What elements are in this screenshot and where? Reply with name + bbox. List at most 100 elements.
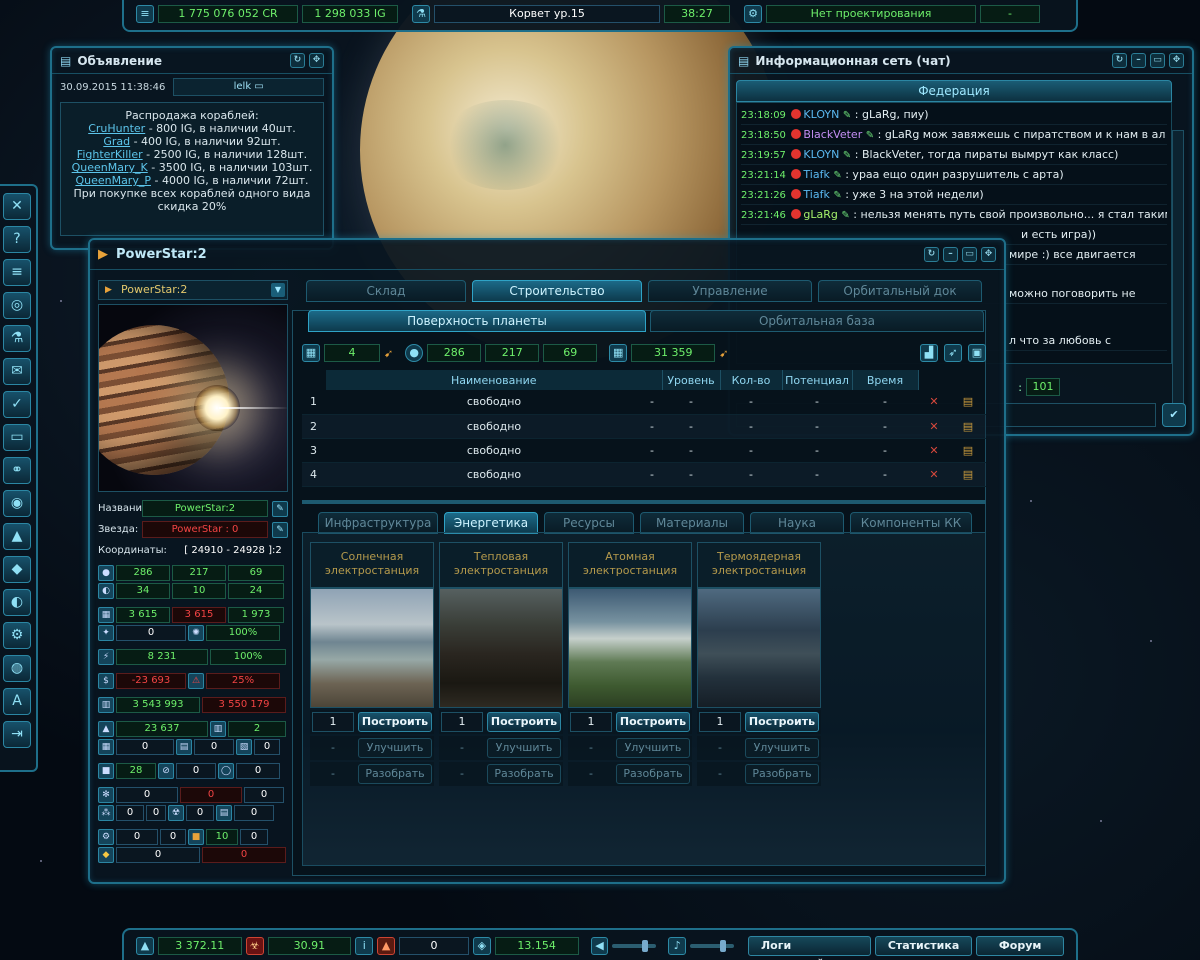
- mail-icon[interactable]: ✉: [3, 358, 31, 385]
- tab-materials[interactable]: Материалы: [640, 512, 744, 534]
- fire-icon[interactable]: ▲: [377, 937, 396, 955]
- tab-planet-surface[interactable]: Поверхность планеты: [308, 310, 646, 332]
- ban-icon: [791, 149, 802, 159]
- fleet-icon[interactable]: ▲: [3, 523, 31, 550]
- exit-icon[interactable]: ⇥: [3, 721, 31, 748]
- copy-icon[interactable]: ▤: [949, 462, 986, 487]
- send-check-icon[interactable]: ✔: [1162, 403, 1186, 427]
- quantity-input[interactable]: 1: [699, 712, 741, 732]
- tab-energy[interactable]: Энергетика: [444, 512, 538, 534]
- tab-storage[interactable]: Склад: [306, 280, 466, 302]
- tab-resources[interactable]: Ресурсы: [544, 512, 634, 534]
- planets-icon[interactable]: ◐: [3, 589, 31, 616]
- ship-link[interactable]: Grad: [103, 135, 130, 148]
- minimize-icon[interactable]: –: [943, 247, 958, 262]
- music-slider[interactable]: [690, 940, 734, 952]
- handshake-icon[interactable]: ⚭: [3, 457, 31, 484]
- copy-icon[interactable]: ▤: [949, 390, 986, 415]
- delete-x-icon[interactable]: ✕: [918, 390, 950, 415]
- edit-pencil-icon[interactable]: ✎: [272, 521, 288, 538]
- quantity-input[interactable]: 1: [570, 712, 612, 732]
- sort-icon[interactable]: ▟: [920, 344, 938, 362]
- speaker-icon[interactable]: ◀: [590, 937, 609, 955]
- expand-icon[interactable]: ✥: [309, 53, 324, 68]
- settings-gear-icon[interactable]: ⚙: [3, 622, 31, 649]
- coins-icon[interactable]: ≡: [136, 5, 154, 23]
- expand-icon[interactable]: ✥: [981, 247, 996, 262]
- refresh-icon[interactable]: ↻: [1112, 53, 1127, 68]
- vortex-icon[interactable]: ◉: [3, 490, 31, 517]
- edit-pencil-icon[interactable]: ✎: [272, 500, 288, 517]
- eye-icon[interactable]: ◍: [3, 655, 31, 682]
- build-button[interactable]: Построить: [616, 712, 690, 732]
- design-icon[interactable]: ⚙: [744, 5, 762, 23]
- ship-link[interactable]: FighterKiller: [77, 148, 143, 161]
- radar-icon[interactable]: ◎: [3, 292, 31, 319]
- tab-orbital-dock[interactable]: Орбитальный док: [818, 280, 982, 302]
- minimize-icon[interactable]: –: [1131, 53, 1146, 68]
- chat-scrollbar[interactable]: [1172, 130, 1184, 422]
- tab-orbital-base[interactable]: Орбитальная база: [650, 310, 984, 332]
- rocket-launch-icon[interactable]: ➶: [944, 344, 962, 362]
- forum-button[interactable]: Форум: [976, 936, 1064, 956]
- table-row[interactable]: 3 свободно - - - - - ✕ ▤: [302, 438, 986, 463]
- table-row[interactable]: 2 свободно - - - - - ✕ ▤: [302, 414, 986, 439]
- alliance-icon[interactable]: A: [3, 688, 31, 715]
- copy-icon[interactable]: ▤: [949, 414, 986, 439]
- chat-icon[interactable]: ▭: [3, 424, 31, 451]
- save-icon[interactable]: ▣: [968, 344, 986, 362]
- tab-infrastructure[interactable]: Инфраструктура: [318, 512, 438, 534]
- announcement-author[interactable]: lelk ▭: [173, 78, 324, 96]
- info-icon[interactable]: i: [355, 937, 374, 955]
- delete-x-icon[interactable]: ✕: [918, 462, 950, 487]
- table-row[interactable]: 4 свободно - - - - - ✕ ▤: [302, 462, 986, 487]
- coins-stack-icon[interactable]: ≡: [3, 259, 31, 286]
- tab-ship-components[interactable]: Компоненты КК: [850, 512, 972, 534]
- dismantle-button[interactable]: Разобрать: [358, 764, 432, 784]
- battle-logs-button[interactable]: Логи сражений: [748, 936, 871, 960]
- delete-x-icon[interactable]: ✕: [918, 414, 950, 439]
- chevron-down-icon[interactable]: ▼: [271, 283, 285, 297]
- dismantle-button[interactable]: Разобрать: [616, 764, 690, 784]
- tab-management[interactable]: Управление: [648, 280, 812, 302]
- expand-icon[interactable]: ✥: [1169, 53, 1184, 68]
- build-button[interactable]: Построить: [358, 712, 432, 732]
- volume-slider[interactable]: [612, 940, 657, 952]
- build-button[interactable]: Построить: [745, 712, 819, 732]
- build-button[interactable]: Построить: [487, 712, 561, 732]
- delete-x-icon[interactable]: ✕: [918, 438, 950, 463]
- dismantle-button[interactable]: Разобрать: [487, 764, 561, 784]
- chat-tab-federation[interactable]: Федерация: [736, 80, 1172, 102]
- refresh-icon[interactable]: ↻: [924, 247, 939, 262]
- upgrade-button[interactable]: Улучшить: [745, 738, 819, 758]
- target-icon[interactable]: ◆: [3, 556, 31, 583]
- copy-icon[interactable]: ▤: [949, 438, 986, 463]
- research-flask-icon[interactable]: ⚗: [3, 325, 31, 352]
- restore-icon[interactable]: ▭: [1150, 53, 1165, 68]
- biohazard-icon[interactable]: ☣: [245, 937, 264, 955]
- ship-link[interactable]: QueenMary_K: [72, 161, 148, 174]
- help-icon[interactable]: ?: [3, 226, 31, 253]
- upgrade-button[interactable]: Улучшить: [616, 738, 690, 758]
- quantity-input[interactable]: 1: [441, 712, 483, 732]
- table-row[interactable]: 1 свободно - - - - - ✕ ▤: [302, 390, 986, 415]
- dismantle-button[interactable]: Разобрать: [745, 764, 819, 784]
- ship-link[interactable]: QueenMary_P: [75, 174, 151, 187]
- planet-selector[interactable]: PowerStar:2 ▼: [98, 280, 288, 300]
- tab-science[interactable]: Наука: [750, 512, 844, 534]
- ship-icon[interactable]: ▲: [136, 937, 154, 955]
- restore-icon[interactable]: ▭: [962, 247, 977, 262]
- flask-icon[interactable]: ⚗: [412, 5, 430, 23]
- tools-icon[interactable]: ✕: [3, 193, 31, 220]
- statistics-button[interactable]: Статистика: [874, 936, 973, 956]
- upgrade-button[interactable]: Улучшить: [487, 738, 561, 758]
- ban-icon: [791, 109, 802, 119]
- ship-link[interactable]: CruHunter: [88, 122, 145, 135]
- refresh-icon[interactable]: ↻: [290, 53, 305, 68]
- quantity-input[interactable]: 1: [312, 712, 354, 732]
- upgrade-button[interactable]: Улучшить: [358, 738, 432, 758]
- mail-check-icon[interactable]: ✓: [3, 391, 31, 418]
- tab-construction[interactable]: Строительство: [472, 280, 642, 302]
- shield-icon[interactable]: ◈: [472, 937, 491, 955]
- music-note-icon[interactable]: ♪: [668, 937, 687, 955]
